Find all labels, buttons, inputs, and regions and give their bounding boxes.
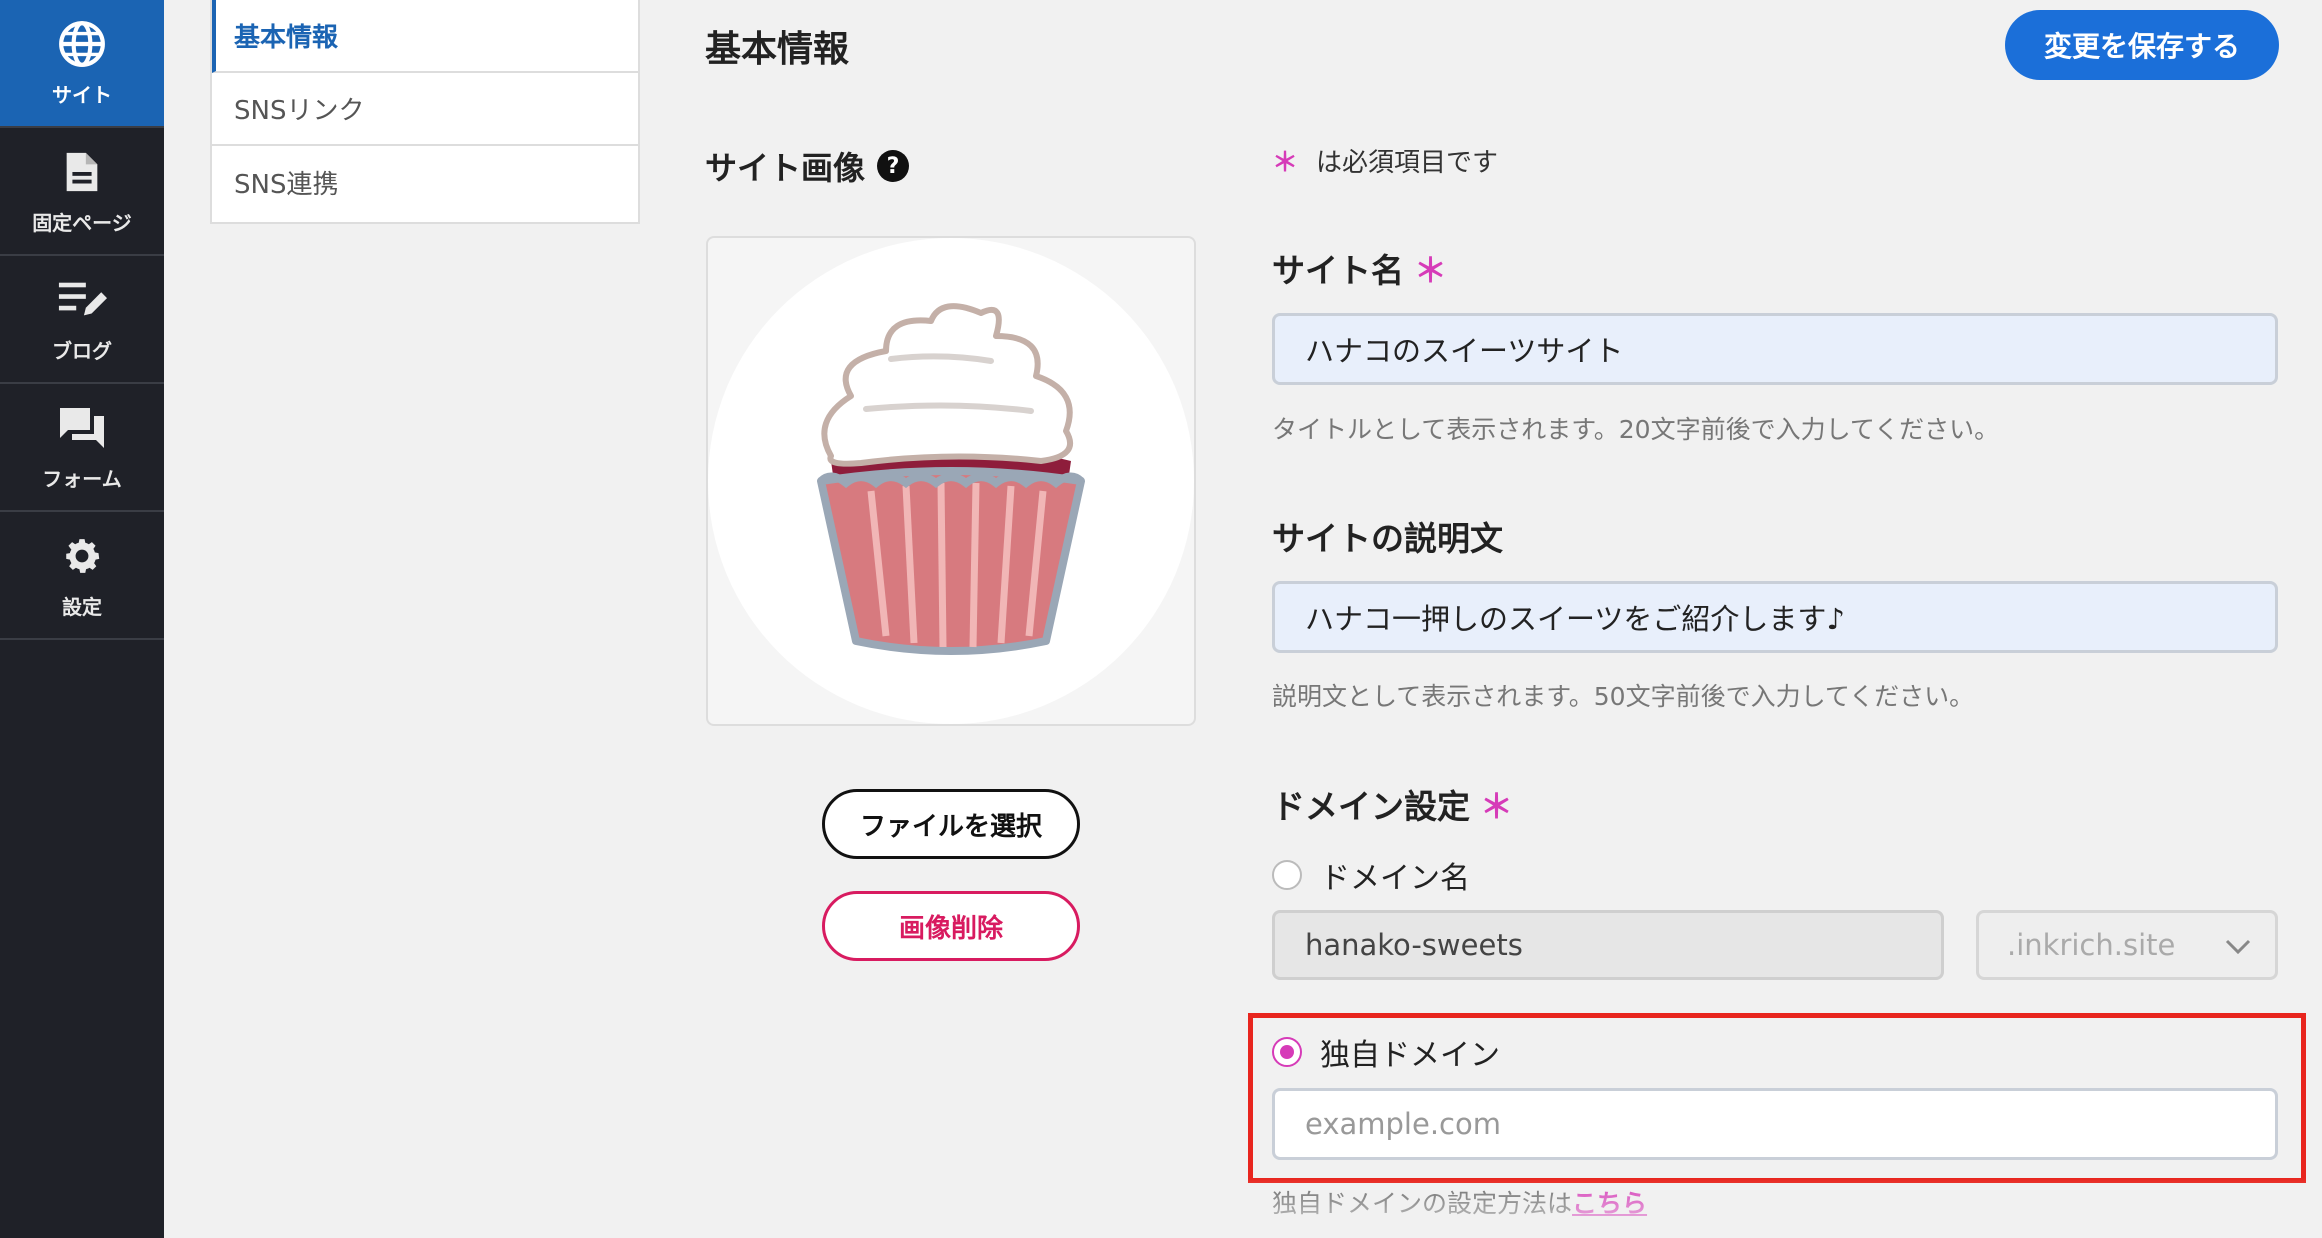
tld-select[interactable]: .inkrich.site <box>1976 910 2278 980</box>
subnav-item-sns-links[interactable]: SNSリンク <box>212 73 638 146</box>
settings-subnav: 基本情報 SNSリンク SNS連携 <box>210 0 640 224</box>
radio-subdomain-button[interactable] <box>1272 860 1302 890</box>
site-image-label: サイト画像 <box>705 149 866 187</box>
sidebar-item-blog[interactable]: ブログ <box>0 256 164 384</box>
site-description-hint: 説明文として表示されます。50文字前後で入力してください。 <box>1272 682 1975 711</box>
sidebar-item-label: 設定 <box>62 594 102 619</box>
required-asterisk: ＊ <box>1480 787 1513 826</box>
help-icon[interactable]: ? <box>877 150 910 182</box>
radio-subdomain-label: ドメイン名 <box>1320 861 1470 896</box>
required-note: ＊ は必須項目です <box>1272 142 1498 179</box>
sidebar-item-settings[interactable]: 設定 <box>0 512 164 640</box>
chevron-down-icon <box>2225 928 2251 962</box>
required-note-text: は必須項目です <box>1316 148 1499 178</box>
site-image-heading: サイト画像 ? <box>705 143 910 189</box>
sidebar-item-site[interactable]: サイト <box>0 0 164 128</box>
edit-list-icon <box>57 275 107 325</box>
page-title: 基本情報 <box>705 29 850 70</box>
gear-icon <box>57 531 107 581</box>
radio-custom-domain[interactable]: 独自ドメイン <box>1272 1030 1500 1074</box>
bottom-fade <box>164 1178 2322 1238</box>
main-sidebar: サイト 固定ページ ブログ フォーム 設定 <box>0 0 164 1238</box>
sidebar-item-forms[interactable]: フォーム <box>0 384 164 512</box>
custom-domain-input[interactable] <box>1272 1088 2278 1160</box>
domain-settings-label: ドメイン設定 ＊ <box>1272 780 1513 828</box>
sidebar-item-pages[interactable]: 固定ページ <box>0 128 164 256</box>
site-image-circle <box>708 238 1194 724</box>
tld-select-value: .inkrich.site <box>2007 928 2176 962</box>
radio-custom-domain-button[interactable] <box>1272 1037 1302 1067</box>
globe-icon <box>57 19 107 69</box>
cupcake-image <box>817 303 1085 655</box>
radio-custom-domain-label: 独自ドメイン <box>1320 1038 1500 1073</box>
document-icon <box>57 147 107 197</box>
sidebar-item-label: ブログ <box>52 338 112 363</box>
site-name-hint: タイトルとして表示されます。20文字前後で入力してください。 <box>1272 415 2000 444</box>
custom-domain-hint: 独自ドメインの設定方法はこちら <box>1272 1184 1647 1220</box>
save-button[interactable]: 変更を保存する <box>2005 10 2279 80</box>
subnav-item-sns-integration[interactable]: SNS連携 <box>212 146 638 219</box>
site-description-input[interactable] <box>1272 581 2278 653</box>
radio-subdomain[interactable]: ドメイン名 <box>1272 853 1470 897</box>
sidebar-item-label: 固定ページ <box>32 210 132 235</box>
domain-settings-label-text: ドメイン設定 <box>1272 787 1470 826</box>
sidebar-item-label: サイト <box>52 82 112 107</box>
choose-file-button[interactable]: ファイルを選択 <box>822 789 1080 859</box>
site-name-label: サイト名 ＊ <box>1272 244 1447 292</box>
custom-domain-help-link[interactable]: こちら <box>1572 1189 1647 1218</box>
sidebar-item-label: フォーム <box>42 466 122 491</box>
site-description-label: サイトの説明文 <box>1272 519 1503 558</box>
site-image-preview <box>706 236 1196 726</box>
subnav-item-basic-info[interactable]: 基本情報 <box>212 0 638 73</box>
required-asterisk: ＊ <box>1272 148 1299 178</box>
site-name-label-text: サイト名 <box>1272 251 1404 290</box>
delete-image-button[interactable]: 画像削除 <box>822 891 1080 961</box>
subdomain-input[interactable] <box>1272 910 1944 980</box>
forum-icon <box>57 403 107 453</box>
required-asterisk: ＊ <box>1414 251 1447 290</box>
custom-domain-hint-text: 独自ドメインの設定方法は <box>1272 1189 1573 1218</box>
site-name-input[interactable] <box>1272 313 2278 385</box>
